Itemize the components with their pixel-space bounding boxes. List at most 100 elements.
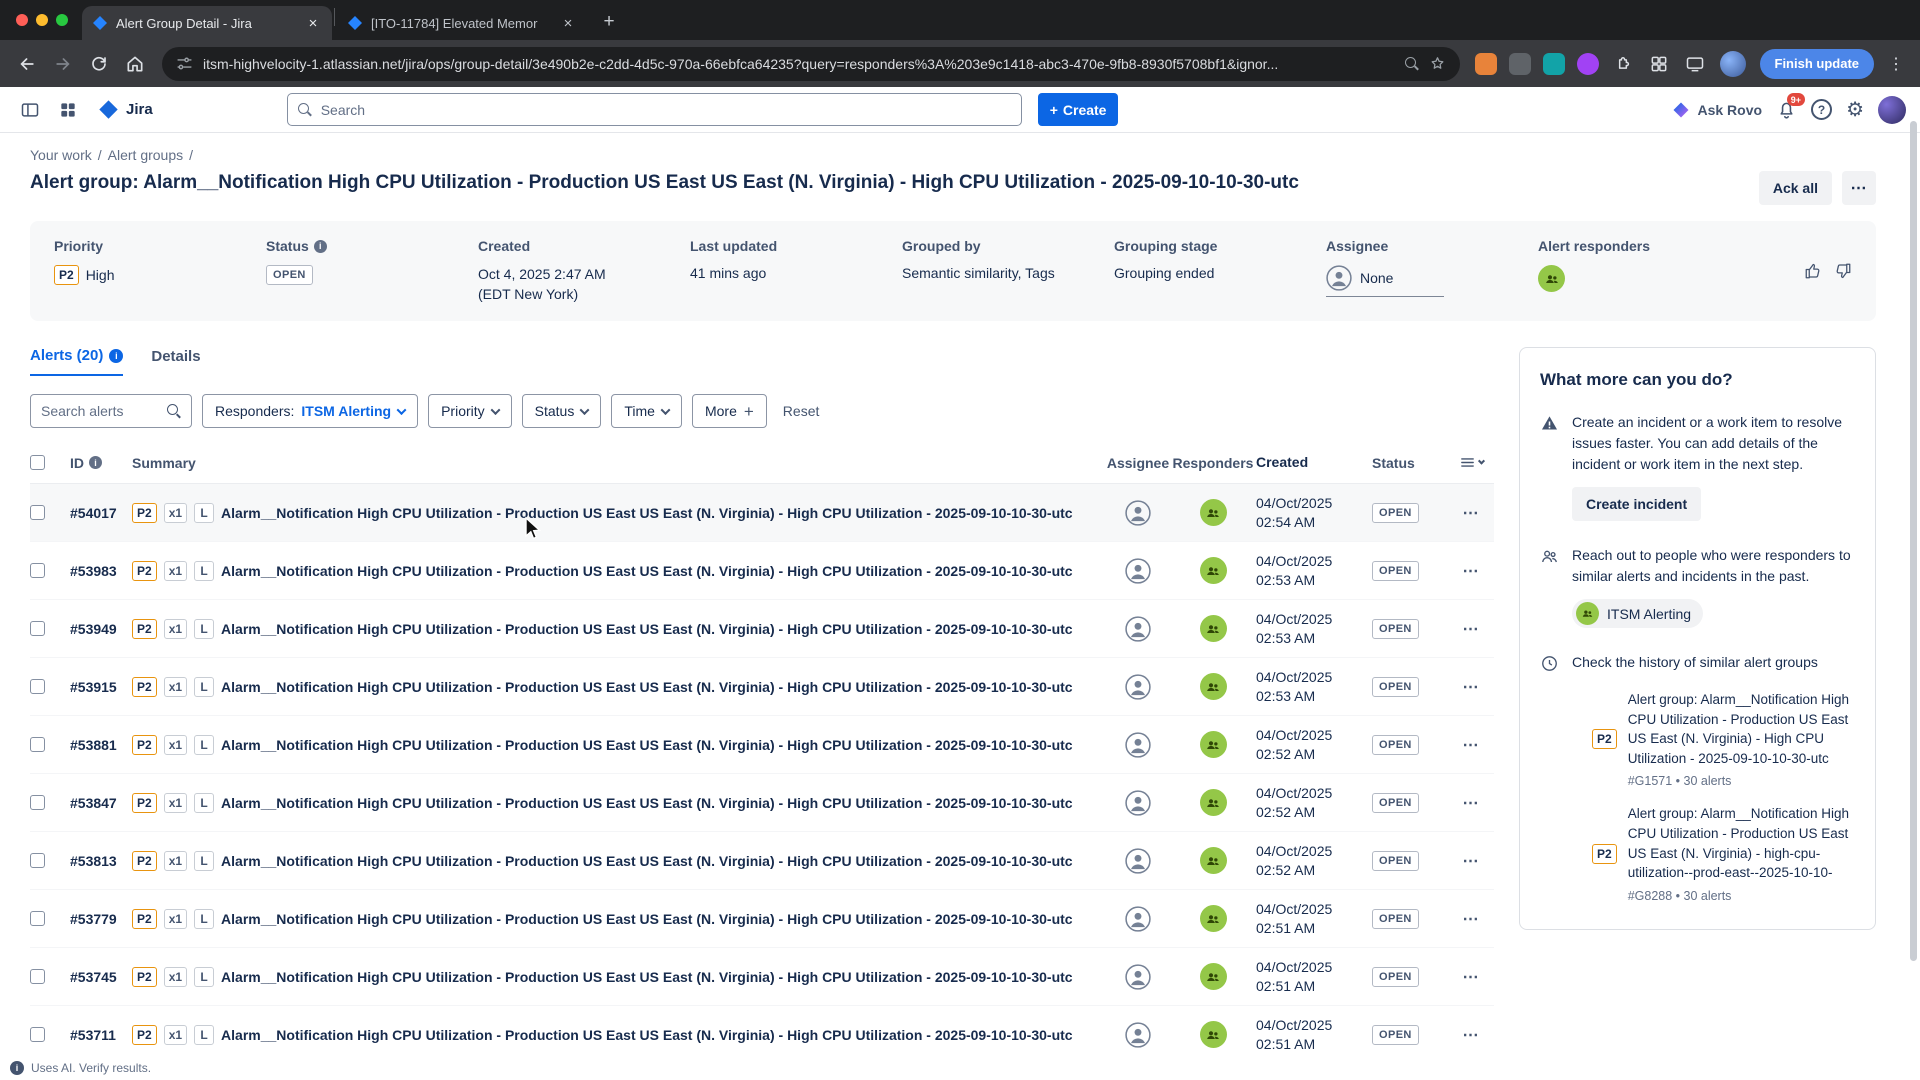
alert-row[interactable]: #53881 P2 x1 L Alarm__Notification High … — [30, 716, 1494, 774]
unassigned-avatar-icon[interactable] — [1125, 906, 1151, 932]
row-more-actions-icon[interactable]: ⋯ — [1463, 967, 1480, 987]
search-tabs-icon[interactable] — [1405, 57, 1419, 71]
row-checkbox[interactable] — [30, 969, 45, 984]
row-more-actions-icon[interactable]: ⋯ — [1463, 503, 1480, 523]
row-more-actions-icon[interactable]: ⋯ — [1463, 909, 1480, 929]
id-info-icon[interactable]: i — [89, 456, 102, 469]
extension-icon-2[interactable] — [1509, 53, 1531, 75]
tab-alerts[interactable]: Alerts (20) i — [30, 347, 123, 376]
thumbs-up-icon[interactable] — [1804, 262, 1822, 280]
browser-tab-inactive[interactable]: [ITO-11784] Elevated Memor × — [337, 6, 587, 40]
row-more-actions-icon[interactable]: ⋯ — [1463, 735, 1480, 755]
responders-avatar[interactable] — [1200, 499, 1227, 526]
scrollbar[interactable] — [1907, 87, 1920, 1080]
priority-filter-dropdown[interactable]: Priority — [428, 394, 512, 428]
alert-row[interactable]: #53949 P2 x1 L Alarm__Notification High … — [30, 600, 1494, 658]
responders-filter-dropdown[interactable]: Responders: ITSM Alerting — [202, 394, 418, 428]
alert-row[interactable]: #53847 P2 x1 L Alarm__Notification High … — [30, 774, 1494, 832]
alert-id-link[interactable]: #53847 — [70, 795, 117, 811]
minimize-window-button[interactable] — [36, 14, 48, 26]
alert-id-link[interactable]: #53949 — [70, 621, 117, 637]
responders-avatar[interactable] — [1200, 847, 1227, 874]
app-switcher-icon[interactable] — [52, 94, 84, 126]
scrollbar-thumb[interactable] — [1910, 121, 1917, 961]
extensions-puzzle-icon[interactable] — [1606, 47, 1640, 81]
responders-avatar[interactable] — [1200, 557, 1227, 584]
user-avatar[interactable] — [1878, 96, 1906, 124]
home-icon[interactable] — [118, 47, 152, 81]
responders-avatar[interactable] — [1200, 789, 1227, 816]
create-incident-button[interactable]: Create incident — [1572, 487, 1701, 521]
close-window-button[interactable] — [16, 14, 28, 26]
status-info-icon[interactable]: i — [314, 240, 327, 253]
new-tab-button[interactable]: + — [595, 8, 623, 36]
unassigned-avatar-icon[interactable] — [1125, 1022, 1151, 1048]
breadcrumb-your-work[interactable]: Your work — [30, 147, 92, 163]
unassigned-avatar-icon[interactable] — [1125, 964, 1151, 990]
zoom-window-button[interactable] — [56, 14, 68, 26]
ask-rovo-button[interactable]: Ask Rovo — [1672, 101, 1762, 119]
unassigned-avatar-icon[interactable] — [1125, 500, 1151, 526]
breadcrumb-alert-groups[interactable]: Alert groups — [108, 147, 183, 163]
alert-summary-link[interactable]: Alarm__Notification High CPU Utilization… — [221, 679, 1073, 695]
create-button[interactable]: + Create — [1038, 93, 1119, 126]
notifications-bell-icon[interactable]: 9+ — [1776, 99, 1797, 120]
jira-logo[interactable]: Jira — [90, 99, 161, 120]
unassigned-avatar-icon[interactable] — [1125, 674, 1151, 700]
alert-summary-link[interactable]: Alarm__Notification High CPU Utilization… — [221, 621, 1073, 637]
status-filter-dropdown[interactable]: Status — [522, 394, 602, 428]
global-search[interactable] — [287, 93, 1022, 126]
row-checkbox[interactable] — [30, 505, 45, 520]
more-filters-button[interactable]: More + — [692, 394, 767, 428]
alert-id-link[interactable]: #53745 — [70, 969, 117, 985]
alert-id-link[interactable]: #53915 — [70, 679, 117, 695]
unassigned-avatar-icon[interactable] — [1125, 848, 1151, 874]
time-filter-dropdown[interactable]: Time — [611, 394, 682, 428]
alert-row[interactable]: #54017 P2 x1 L Alarm__Notification High … — [30, 484, 1494, 542]
help-icon[interactable]: ? — [1811, 99, 1832, 120]
reload-icon[interactable] — [82, 47, 116, 81]
close-tab-icon[interactable]: × — [559, 14, 577, 32]
unassigned-avatar-icon[interactable] — [1125, 616, 1151, 642]
alert-summary-link[interactable]: Alarm__Notification High CPU Utilization… — [221, 737, 1073, 753]
alert-summary-link[interactable]: Alarm__Notification High CPU Utilization… — [221, 911, 1073, 927]
similar-alert-group-link[interactable]: P2 Alert group: Alarm__Notification High… — [1592, 804, 1855, 902]
settings-gear-icon[interactable]: ⚙ — [1846, 100, 1864, 120]
thumbs-down-icon[interactable] — [1834, 262, 1852, 280]
alert-summary-link[interactable]: Alarm__Notification High CPU Utilization… — [221, 1027, 1073, 1043]
search-alerts-box[interactable] — [30, 394, 192, 428]
responders-avatar[interactable] — [1200, 1021, 1227, 1048]
row-checkbox[interactable] — [30, 1027, 45, 1042]
extension-icon-4[interactable] — [1577, 53, 1599, 75]
row-more-actions-icon[interactable]: ⋯ — [1463, 561, 1480, 581]
browser-menu-icon[interactable]: ⋮ — [1882, 54, 1910, 74]
close-tab-icon[interactable]: × — [304, 14, 322, 32]
alert-summary-link[interactable]: Alarm__Notification High CPU Utilization… — [221, 853, 1073, 869]
alert-summary-link[interactable]: Alarm__Notification High CPU Utilization… — [221, 563, 1073, 579]
bookmark-star-icon[interactable] — [1429, 55, 1446, 72]
column-settings-icon[interactable] — [1459, 454, 1484, 471]
browser-profile-avatar[interactable] — [1720, 51, 1746, 77]
finish-update-button[interactable]: Finish update — [1760, 49, 1875, 79]
browser-tab-active[interactable]: Alert Group Detail - Jira × — [82, 6, 332, 40]
alert-id-link[interactable]: #53779 — [70, 911, 117, 927]
row-more-actions-icon[interactable]: ⋯ — [1463, 851, 1480, 871]
alert-row[interactable]: #53779 P2 x1 L Alarm__Notification High … — [30, 890, 1494, 948]
responders-avatar[interactable] — [1200, 673, 1227, 700]
assignee-picker[interactable]: None — [1326, 265, 1444, 297]
address-bar[interactable]: itsm-highvelocity-1.atlassian.net/jira/o… — [162, 47, 1460, 81]
global-search-input[interactable] — [321, 102, 1011, 118]
unassigned-avatar-icon[interactable] — [1125, 558, 1151, 584]
responders-avatar[interactable] — [1538, 265, 1565, 292]
alert-summary-link[interactable]: Alarm__Notification High CPU Utilization… — [221, 969, 1073, 985]
alert-summary-link[interactable]: Alarm__Notification High CPU Utilization… — [221, 795, 1073, 811]
responders-avatar[interactable] — [1200, 905, 1227, 932]
page-more-actions-icon[interactable]: ⋯ — [1842, 171, 1876, 205]
forward-icon[interactable] — [46, 47, 80, 81]
unassigned-avatar-icon[interactable] — [1125, 732, 1151, 758]
ack-all-button[interactable]: Ack all — [1759, 171, 1832, 205]
alert-id-link[interactable]: #53983 — [70, 563, 117, 579]
alert-row[interactable]: #53813 P2 x1 L Alarm__Notification High … — [30, 832, 1494, 890]
alert-id-link[interactable]: #53881 — [70, 737, 117, 753]
unassigned-avatar-icon[interactable] — [1125, 790, 1151, 816]
